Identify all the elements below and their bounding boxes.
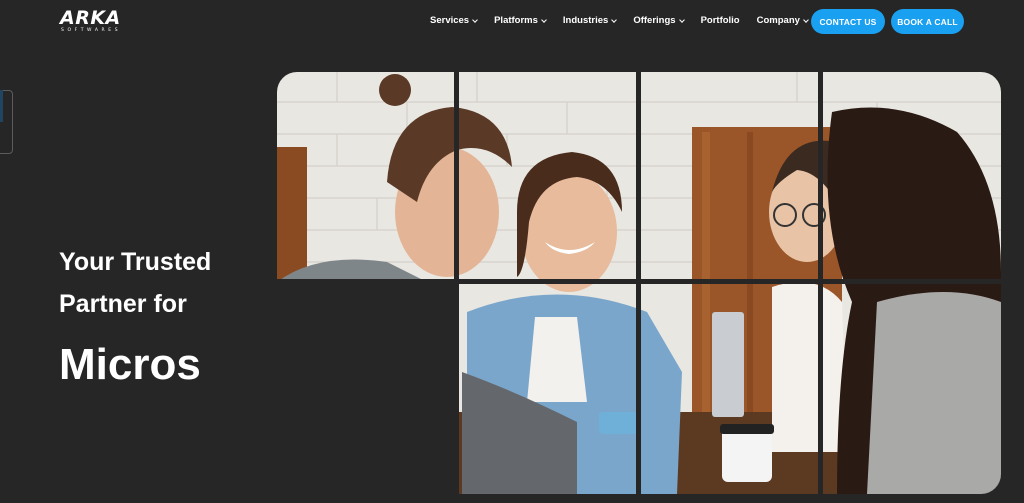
nav-item-platforms[interactable]: Platforms — [494, 15, 547, 26]
nav-label: Portfolio — [700, 15, 740, 26]
site-header: ARKA SOFTWARES Services Platforms Indust… — [0, 0, 1024, 44]
chevron-down-icon — [803, 16, 809, 23]
nav-label: Offerings — [633, 15, 676, 26]
hero-rotating-word: Micros — [59, 340, 201, 389]
nav-item-services[interactable]: Services — [430, 15, 478, 26]
nav-label: Services — [430, 15, 470, 26]
hero-heading-line-1: Your Trusted — [59, 248, 212, 276]
nav-item-company[interactable]: Company — [756, 15, 809, 26]
chevron-down-icon — [611, 16, 618, 23]
chevron-down-icon — [541, 16, 547, 23]
chevron-down-icon — [678, 16, 685, 23]
nav-label: Industries — [562, 15, 609, 26]
contact-us-button[interactable]: CONTACT US — [811, 9, 885, 34]
nav-label: Platforms — [494, 15, 538, 26]
nav-item-offerings[interactable]: Offerings — [633, 15, 685, 26]
nav-label: Company — [756, 15, 800, 26]
logo-wordmark: ARKA — [60, 7, 121, 29]
nav-item-industries[interactable]: Industries — [562, 15, 618, 26]
grid-cutout — [277, 280, 459, 503]
logo-tagline: SOFTWARES — [61, 28, 122, 33]
chevron-down-icon — [472, 16, 478, 23]
nav-item-portfolio[interactable]: Portfolio — [701, 15, 740, 26]
side-widget-accent — [0, 90, 3, 122]
page: ARKA SOFTWARES Services Platforms Indust… — [0, 0, 1024, 503]
main-nav: Services Platforms Industries Offerings … — [430, 15, 825, 26]
arka-logo[interactable]: ARKA SOFTWARES — [60, 9, 144, 35]
hero-heading-line-2: Partner for — [59, 290, 187, 318]
book-a-call-button[interactable]: BOOK A CALL — [891, 9, 964, 34]
